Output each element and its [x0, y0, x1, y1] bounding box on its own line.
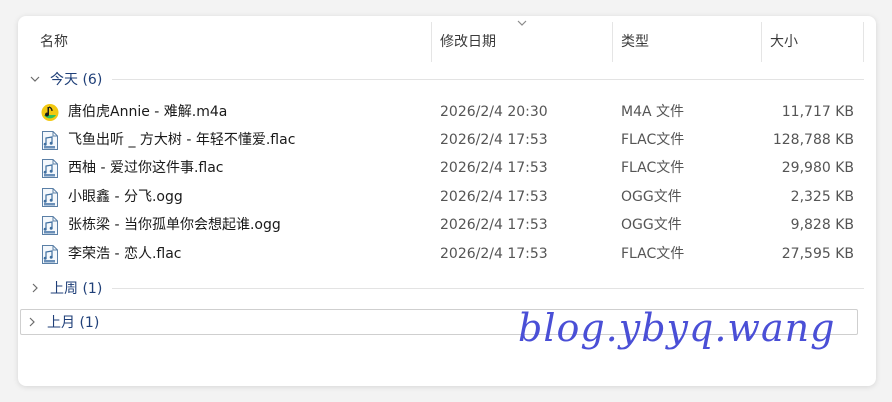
column-divider[interactable] — [431, 22, 432, 62]
file-date: 2026/2/4 20:30 — [440, 104, 548, 120]
file-size: 27,595 KB — [781, 246, 854, 262]
group-header-last-week[interactable]: 上周 (1) — [24, 276, 864, 300]
group-label: 上月 (1) — [47, 315, 100, 331]
ogg-file-icon — [42, 188, 58, 207]
flac-file-icon — [42, 131, 58, 150]
file-row[interactable]: 西柚 - 爱过你这件事.flac 2026/2/4 17:53 FLAC文件 2… — [18, 154, 876, 182]
file-type: OGG文件 — [621, 189, 682, 205]
column-divider[interactable] — [761, 22, 762, 62]
ogg-file-icon — [42, 216, 58, 235]
file-date: 2026/2/4 17:53 — [440, 217, 548, 233]
file-type: M4A 文件 — [621, 104, 685, 120]
file-row[interactable]: 李荣浩 - 恋人.flac 2026/2/4 17:53 FLAC文件 27,5… — [18, 240, 876, 268]
file-size: 11,717 KB — [781, 104, 854, 120]
file-row[interactable]: 飞鱼出听 _ 方大树 - 年轻不懂爱.flac 2026/2/4 17:53 F… — [18, 126, 876, 154]
column-type-header[interactable]: 类型 — [621, 32, 649, 52]
file-date: 2026/2/4 17:53 — [440, 246, 548, 262]
qq-music-icon — [41, 104, 59, 121]
file-size: 9,828 KB — [790, 217, 854, 233]
file-name: 小眼鑫 - 分飞.ogg — [68, 189, 183, 205]
file-row[interactable]: 张栋梁 - 当你孤单你会想起谁.ogg 2026/2/4 17:53 OGG文件… — [18, 211, 876, 239]
file-name: 西柚 - 爱过你这件事.flac — [68, 160, 224, 176]
column-date-header[interactable]: 修改日期 — [440, 32, 496, 52]
chevron-down-icon[interactable] — [26, 70, 44, 88]
file-name: 唐伯虎Annie - 难解.m4a — [68, 104, 228, 120]
group-divider — [112, 78, 864, 80]
column-divider[interactable] — [863, 22, 864, 62]
column-header: 名称 修改日期 类型 大小 — [18, 16, 876, 64]
file-row[interactable]: 唐伯虎Annie - 难解.m4a 2026/2/4 20:30 M4A 文件 … — [18, 98, 876, 126]
file-name: 张栋梁 - 当你孤单你会想起谁.ogg — [68, 217, 281, 233]
group-header-today[interactable]: 今天 (6) — [24, 67, 864, 91]
column-divider[interactable] — [612, 22, 613, 62]
file-size: 128,788 KB — [772, 132, 854, 148]
group-label: 上周 (1) — [50, 281, 103, 297]
chevron-right-icon[interactable] — [23, 313, 41, 331]
sort-descending-icon — [517, 20, 527, 26]
flac-file-icon — [42, 159, 58, 178]
file-date: 2026/2/4 17:53 — [440, 160, 548, 176]
column-size-header[interactable]: 大小 — [770, 32, 798, 52]
group-divider — [112, 287, 864, 289]
group-label: 今天 (6) — [50, 72, 103, 88]
watermark-text: blog.ybyq.wang — [518, 306, 836, 350]
file-date: 2026/2/4 17:53 — [440, 189, 548, 205]
file-date: 2026/2/4 17:53 — [440, 132, 548, 148]
file-type: FLAC文件 — [621, 246, 685, 262]
flac-file-icon — [42, 245, 58, 264]
file-type: FLAC文件 — [621, 160, 685, 176]
file-row[interactable]: 小眼鑫 - 分飞.ogg 2026/2/4 17:53 OGG文件 2,325 … — [18, 183, 876, 211]
file-type: OGG文件 — [621, 217, 682, 233]
file-size: 29,980 KB — [781, 160, 854, 176]
column-name-header[interactable]: 名称 — [40, 32, 68, 52]
file-name: 李荣浩 - 恋人.flac — [68, 246, 182, 262]
file-name: 飞鱼出听 _ 方大树 - 年轻不懂爱.flac — [68, 132, 296, 148]
file-type: FLAC文件 — [621, 132, 685, 148]
file-size: 2,325 KB — [790, 189, 854, 205]
chevron-right-icon[interactable] — [26, 279, 44, 297]
